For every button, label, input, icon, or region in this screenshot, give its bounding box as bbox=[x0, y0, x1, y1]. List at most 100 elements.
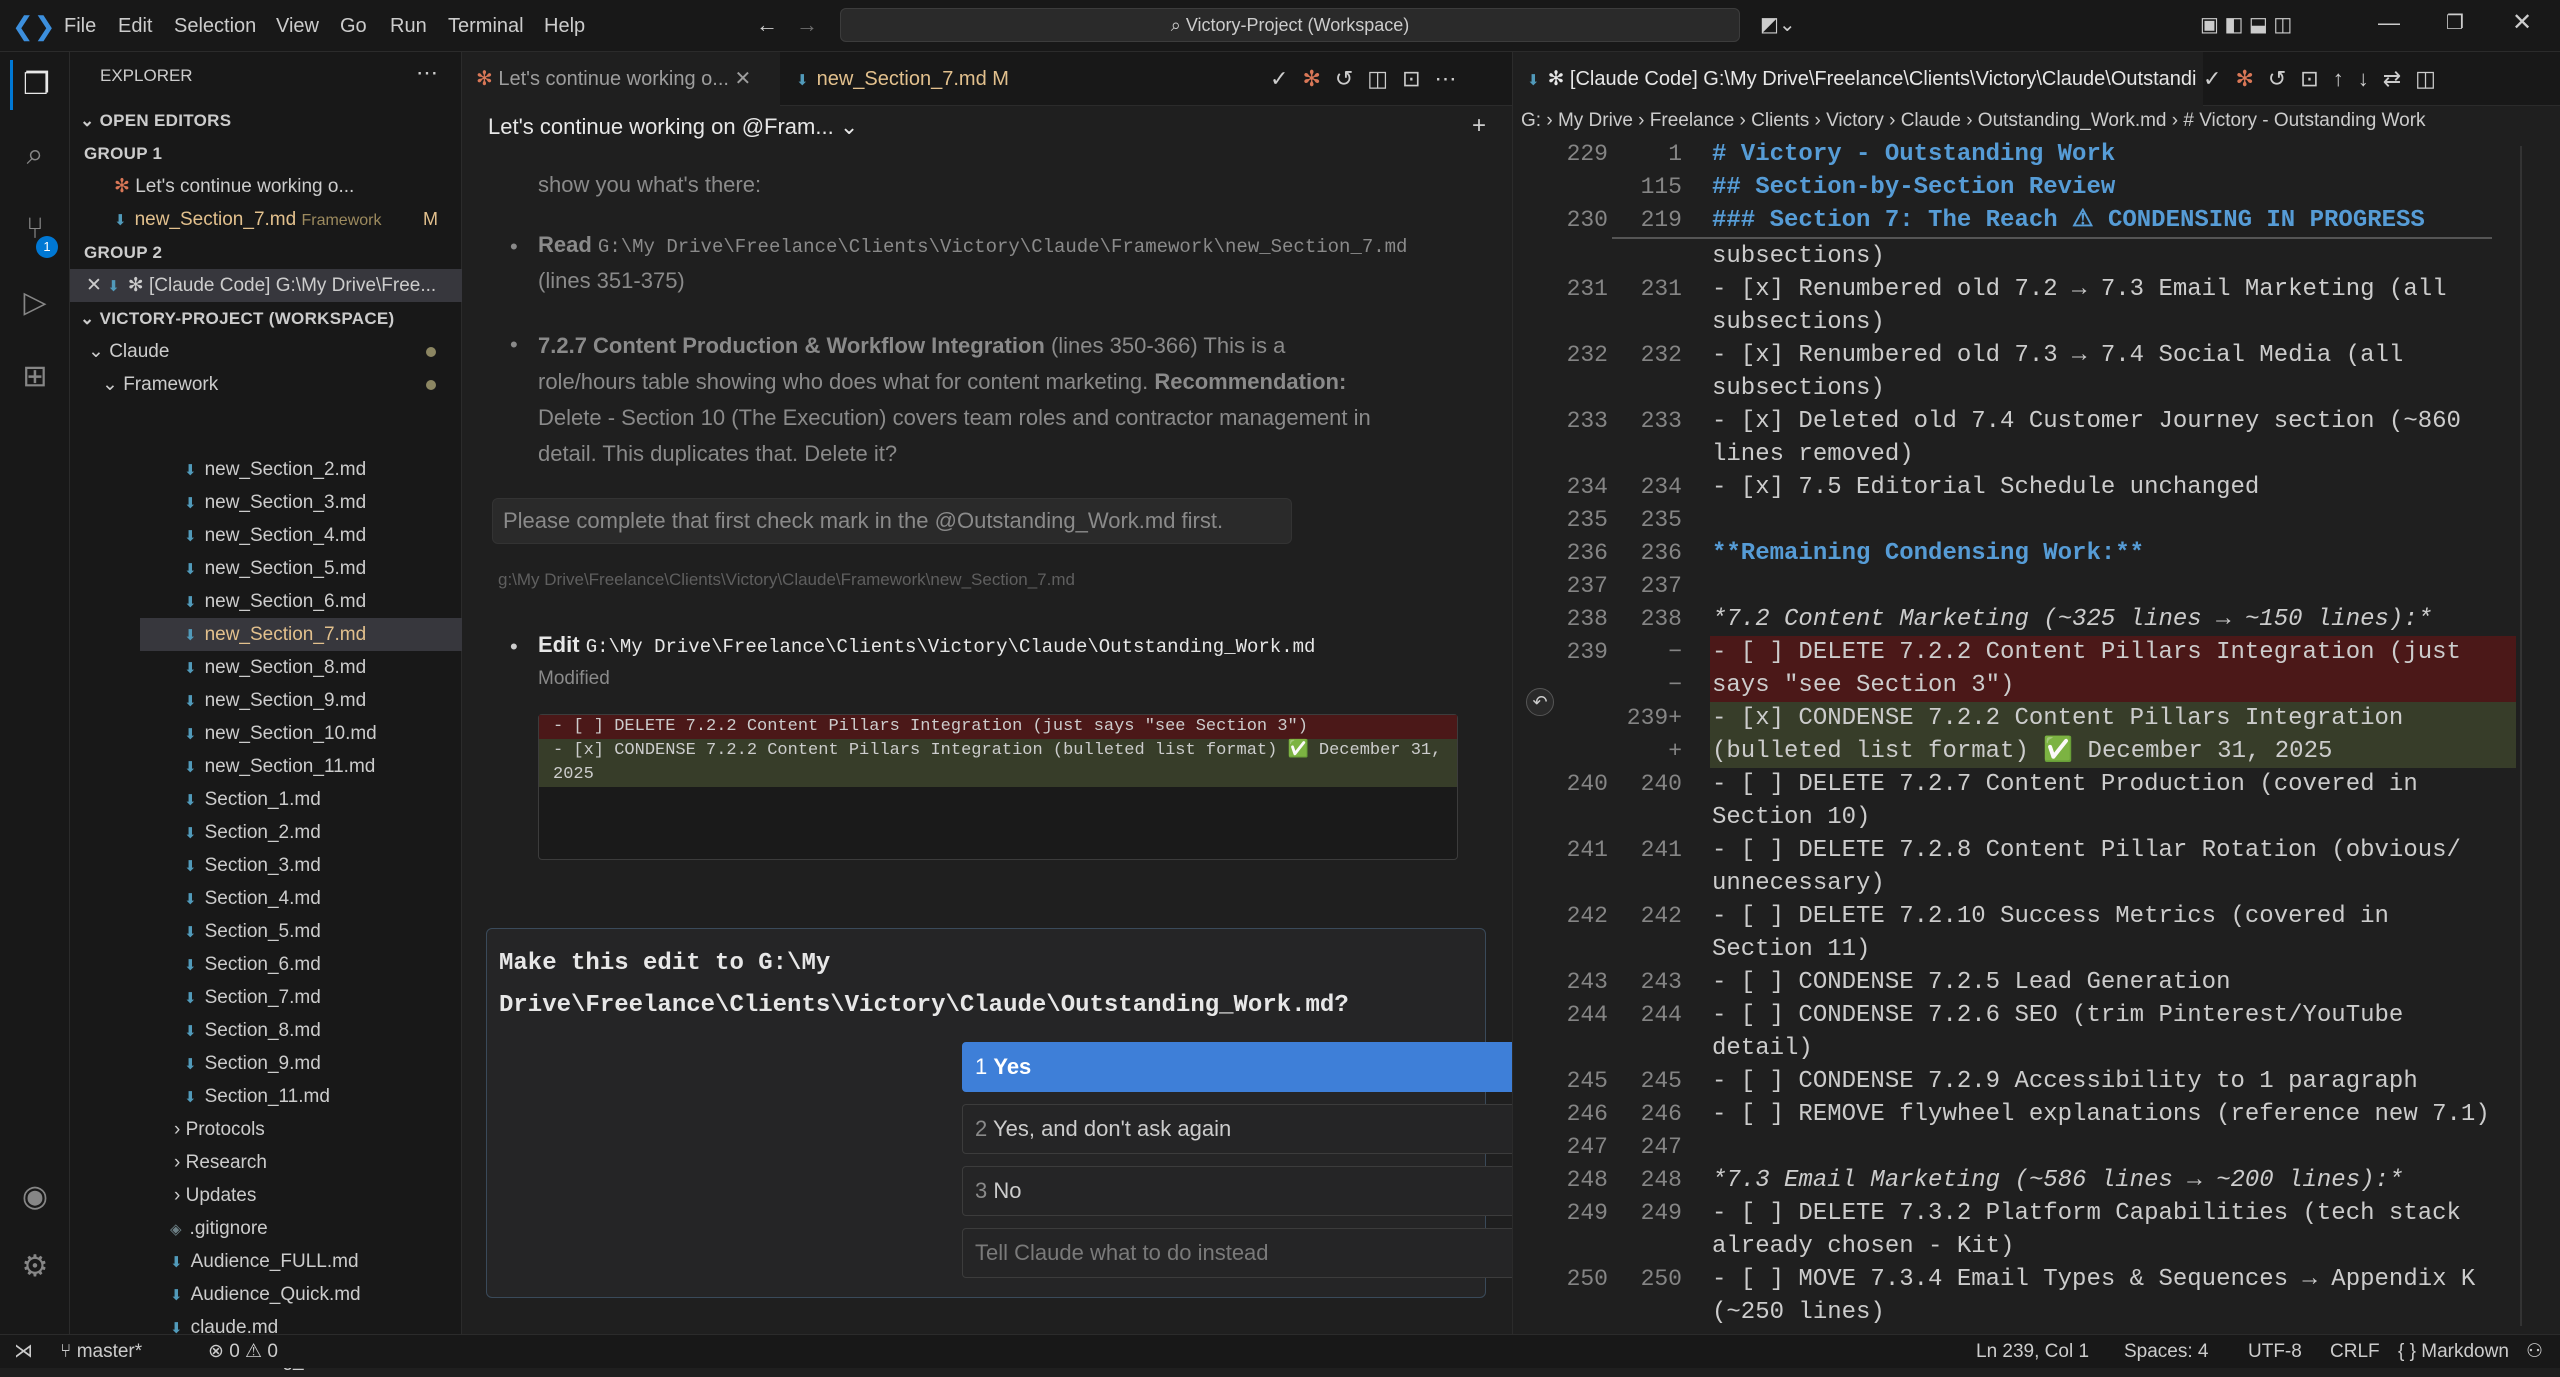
line-number: 232 bbox=[1640, 342, 1682, 368]
back-arrow-icon[interactable]: ← bbox=[756, 12, 778, 38]
line-number: 230 bbox=[1566, 207, 1608, 233]
line-number: 240 bbox=[1640, 771, 1682, 797]
line-number: 243 bbox=[1566, 969, 1608, 995]
copilot-icon[interactable]: ◩⌄ bbox=[1760, 12, 1796, 37]
line-number: 242 bbox=[1640, 903, 1682, 929]
code-line[interactable]: *7.3 Email Marketing (~586 lines → ~200 … bbox=[1712, 1164, 2403, 1197]
claude-icon: ✻ bbox=[114, 176, 136, 197]
code-line[interactable]: - [ ] DELETE 7.3.2 Platform Capabilities… bbox=[1712, 1197, 2461, 1230]
close-icon[interactable]: ✕ bbox=[86, 275, 107, 296]
chat-title[interactable]: Let's continue working on @Fram... ⌄ bbox=[488, 114, 858, 140]
code-line[interactable]: - [ ] DELETE 7.2.8 Content Pillar Rotati… bbox=[1712, 834, 2461, 867]
menu-edit[interactable]: Edit bbox=[118, 0, 152, 52]
problems-indicator[interactable]: ⊗ 0 ⚠ 0 bbox=[208, 1335, 278, 1369]
folder-framework[interactable]: ⌄ Framework bbox=[70, 368, 462, 401]
line-number: 234 bbox=[1566, 474, 1608, 500]
layout-icons[interactable]: ▣ ◧ ⬓ ◫ bbox=[2200, 12, 2292, 37]
restore-icon[interactable]: ❐ bbox=[2446, 10, 2464, 35]
code-line[interactable]: **Remaining Condensing Work:** bbox=[1712, 537, 2144, 570]
account-icon[interactable]: ◉ bbox=[10, 1172, 60, 1222]
code-line[interactable]: - [ ] REMOVE flywheel explanations (refe… bbox=[1712, 1098, 2490, 1131]
editor-actions-icons[interactable]: ✓✻↺◫⊡⋯ bbox=[1270, 66, 1471, 92]
workspace-header[interactable]: ⌄ VICTORY-PROJECT (WORKSPACE) bbox=[70, 302, 462, 335]
line-number: 115 bbox=[1640, 174, 1682, 200]
add-icon[interactable]: + bbox=[1472, 112, 1486, 140]
code-line[interactable]: unnecessary) bbox=[1712, 867, 1885, 900]
open-editor-section7[interactable]: ⬇ new_Section_7.md Framework M bbox=[70, 203, 462, 236]
code-line[interactable]: - [ ] DELETE 7.2.2 Content Pillars Integ… bbox=[1712, 636, 2461, 669]
code-line[interactable]: subsections) bbox=[1712, 240, 1885, 273]
gear-icon[interactable]: ⚙ bbox=[10, 1242, 60, 1292]
code-line[interactable]: - [ ] CONDENSE 7.2.9 Accessibility to 1 … bbox=[1712, 1065, 2418, 1098]
menu-run[interactable]: Run bbox=[390, 0, 427, 52]
prompt-question: Make this edit to G:\My Drive\Freelance\C… bbox=[499, 950, 1349, 1019]
modified-dot bbox=[426, 347, 436, 357]
scrollbar-track[interactable] bbox=[2520, 146, 2522, 1326]
close-icon[interactable]: ✕ bbox=[735, 68, 752, 90]
open-editor-claude-code[interactable]: ✕ ⬇ ✻ [Claude Code] G:\My Drive\Free... bbox=[70, 269, 462, 302]
line-number: − bbox=[1668, 639, 1682, 665]
code-line[interactable]: - [ ] CONDENSE 7.2.6 SEO (trim Pinterest… bbox=[1712, 999, 2403, 1032]
extensions-icon[interactable]: ⊞ bbox=[10, 352, 60, 402]
language-mode[interactable]: { } Markdown bbox=[2398, 1335, 2509, 1369]
encoding[interactable]: UTF-8 bbox=[2248, 1335, 2302, 1369]
code-line[interactable]: - [ ] CONDENSE 7.2.5 Lead Generation bbox=[1712, 966, 2230, 999]
code-line[interactable]: subsections) bbox=[1712, 372, 1885, 405]
breadcrumb[interactable]: G: › My Drive › Freelance › Clients › Vi… bbox=[1521, 110, 2555, 132]
branch-indicator[interactable]: ⑂ master* bbox=[60, 1335, 142, 1369]
open-editors-header[interactable]: ⌄ OPEN EDITORS bbox=[70, 104, 462, 137]
cursor-position[interactable]: Ln 239, Col 1 bbox=[1976, 1335, 2089, 1369]
editor-actions-icons[interactable]: ✓✻↺⊡↑↓⇄◫ bbox=[2203, 66, 2450, 92]
code-line[interactable]: - [ ] DELETE 7.2.10 Success Metrics (cov… bbox=[1712, 900, 2389, 933]
code-line[interactable]: - [ ] MOVE 7.3.4 Email Types & Sequences… bbox=[1712, 1263, 2475, 1296]
code-line[interactable]: Section 10) bbox=[1712, 801, 1870, 834]
code-line[interactable]: (bulleted list format) ✅ December 31, 20… bbox=[1712, 735, 2332, 768]
search-icon[interactable]: ⌕ bbox=[10, 130, 60, 180]
tab-claude-code[interactable]: ⬇ ✻ [Claude Code] G:\My Drive\Freelance\C… bbox=[1513, 52, 2203, 106]
menu-view[interactable]: View bbox=[276, 0, 319, 52]
group1-header: GROUP 1 bbox=[84, 144, 163, 163]
code-line[interactable]: - [x] CONDENSE 7.2.2 Content Pillars Int… bbox=[1712, 702, 2403, 735]
markdown-icon: ⬇ bbox=[184, 462, 197, 479]
undo-change-icon[interactable]: ↶ bbox=[1526, 688, 1554, 716]
open-editor-chat[interactable]: ✻ Let's continue working o... bbox=[70, 170, 462, 203]
right-editor-tabs: ⬇ ✻ [Claude Code] G:\My Drive\Freelance\C… bbox=[1513, 52, 2560, 106]
remote-icon[interactable]: ⋊ bbox=[14, 1335, 33, 1369]
more-actions-icon[interactable]: ⋯ bbox=[416, 60, 438, 86]
code-line[interactable]: subsections) bbox=[1712, 306, 1885, 339]
notifications-icon[interactable]: ⚇ bbox=[2526, 1335, 2543, 1369]
code-line[interactable]: - [x] Renumbered old 7.2 → 7.3 Email Mar… bbox=[1712, 273, 2447, 306]
menu-go[interactable]: Go bbox=[340, 0, 367, 52]
code-line[interactable]: lines removed) bbox=[1712, 438, 1914, 471]
menu-terminal[interactable]: Terminal bbox=[448, 0, 524, 52]
menu-file[interactable]: File bbox=[64, 0, 96, 52]
code-line[interactable]: says "see Section 3") bbox=[1712, 669, 2014, 702]
line-ending[interactable]: CRLF bbox=[2330, 1335, 2380, 1369]
left-editor-tabs: ✻ Let's continue working o... ✕ ⬇ new_Sec… bbox=[462, 52, 1512, 106]
explorer-icon[interactable]: ❐ bbox=[10, 60, 60, 110]
code-line[interactable]: - [x] Renumbered old 7.3 → 7.4 Social Me… bbox=[1712, 339, 2403, 372]
minimize-icon[interactable]: — bbox=[2378, 10, 2400, 36]
code-line[interactable]: - [x] Deleted old 7.4 Customer Journey s… bbox=[1712, 405, 2461, 438]
menu-selection[interactable]: Selection bbox=[174, 0, 256, 52]
modified-dot bbox=[426, 380, 436, 390]
code-line[interactable]: detail) bbox=[1712, 1032, 1813, 1065]
line-number: 248 bbox=[1640, 1167, 1682, 1193]
line-number: 244 bbox=[1566, 1002, 1608, 1028]
command-center-search[interactable]: ⌕ Victory-Project (Workspace) bbox=[840, 8, 1740, 42]
code-line[interactable]: - [x] 7.5 Editorial Schedule unchanged bbox=[1712, 471, 2259, 504]
run-debug-icon[interactable]: ▷ bbox=[10, 278, 60, 328]
code-line[interactable]: already chosen - Kit) bbox=[1712, 1230, 2014, 1263]
line-number: 1 bbox=[1668, 141, 1682, 167]
forward-arrow-icon[interactable]: → bbox=[796, 12, 818, 38]
indentation[interactable]: Spaces: 4 bbox=[2124, 1335, 2209, 1369]
code-line[interactable]: (~250 lines) bbox=[1712, 1296, 1885, 1329]
folder-claude[interactable]: ⌄ Claude bbox=[70, 335, 462, 368]
code-line[interactable]: *7.2 Content Marketing (~325 lines → ~15… bbox=[1712, 603, 2432, 636]
code-line[interactable]: - [ ] DELETE 7.2.7 Content Production (c… bbox=[1712, 768, 2418, 801]
close-icon[interactable]: ✕ bbox=[2512, 8, 2532, 37]
tab-new-section-7[interactable]: ⬇ new_Section_7.md M bbox=[782, 52, 1023, 106]
tab-chat[interactable]: ✻ Let's continue working o... ✕ bbox=[462, 52, 780, 106]
menu-help[interactable]: Help bbox=[544, 0, 585, 52]
code-line[interactable]: Section 11) bbox=[1712, 933, 1870, 966]
